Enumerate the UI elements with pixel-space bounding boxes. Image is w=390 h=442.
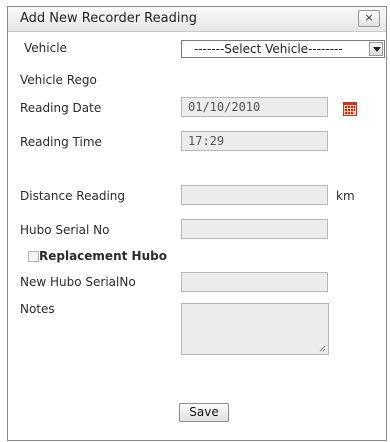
replacement-hubo-checkbox[interactable]: [28, 251, 39, 262]
close-icon: ×: [364, 11, 374, 24]
distance-reading-label: Distance Reading: [20, 189, 125, 203]
vehicle-select[interactable]: -------Select Vehicle--------: [181, 40, 385, 58]
distance-unit-label: km: [336, 189, 355, 203]
reading-time-label: Reading Time: [20, 135, 102, 149]
dialog-title: Add New Recorder Reading: [20, 11, 197, 26]
close-button[interactable]: ×: [358, 10, 380, 27]
hubo-serial-field[interactable]: [181, 219, 328, 239]
reading-date-field[interactable]: 01/10/2010: [181, 97, 328, 117]
distance-reading-field[interactable]: [181, 185, 328, 205]
hubo-serial-label: Hubo Serial No: [20, 223, 110, 237]
dialog-titlebar[interactable]: Add New Recorder Reading ×: [8, 7, 386, 32]
add-recorder-reading-dialog: Add New Recorder Reading × Vehicle -----…: [7, 6, 387, 441]
notes-label: Notes: [20, 302, 55, 316]
vehicle-rego-label: Vehicle Rego: [20, 73, 97, 87]
vehicle-select-value: -------Select Vehicle--------: [194, 42, 343, 56]
calendar-icon[interactable]: [343, 102, 357, 116]
new-hubo-serial-field[interactable]: [181, 272, 328, 292]
new-hubo-serial-label: New Hubo SerialNo: [20, 275, 136, 289]
replacement-hubo-label: Replacement Hubo: [39, 249, 167, 263]
chevron-down-icon[interactable]: [369, 42, 383, 56]
save-button[interactable]: Save: [179, 403, 229, 422]
reading-date-label: Reading Date: [20, 101, 102, 115]
resize-grip-icon[interactable]: [319, 345, 326, 352]
reading-time-field[interactable]: 17:29: [181, 131, 328, 151]
notes-textarea[interactable]: [181, 303, 329, 355]
vehicle-label: Vehicle: [24, 41, 67, 55]
